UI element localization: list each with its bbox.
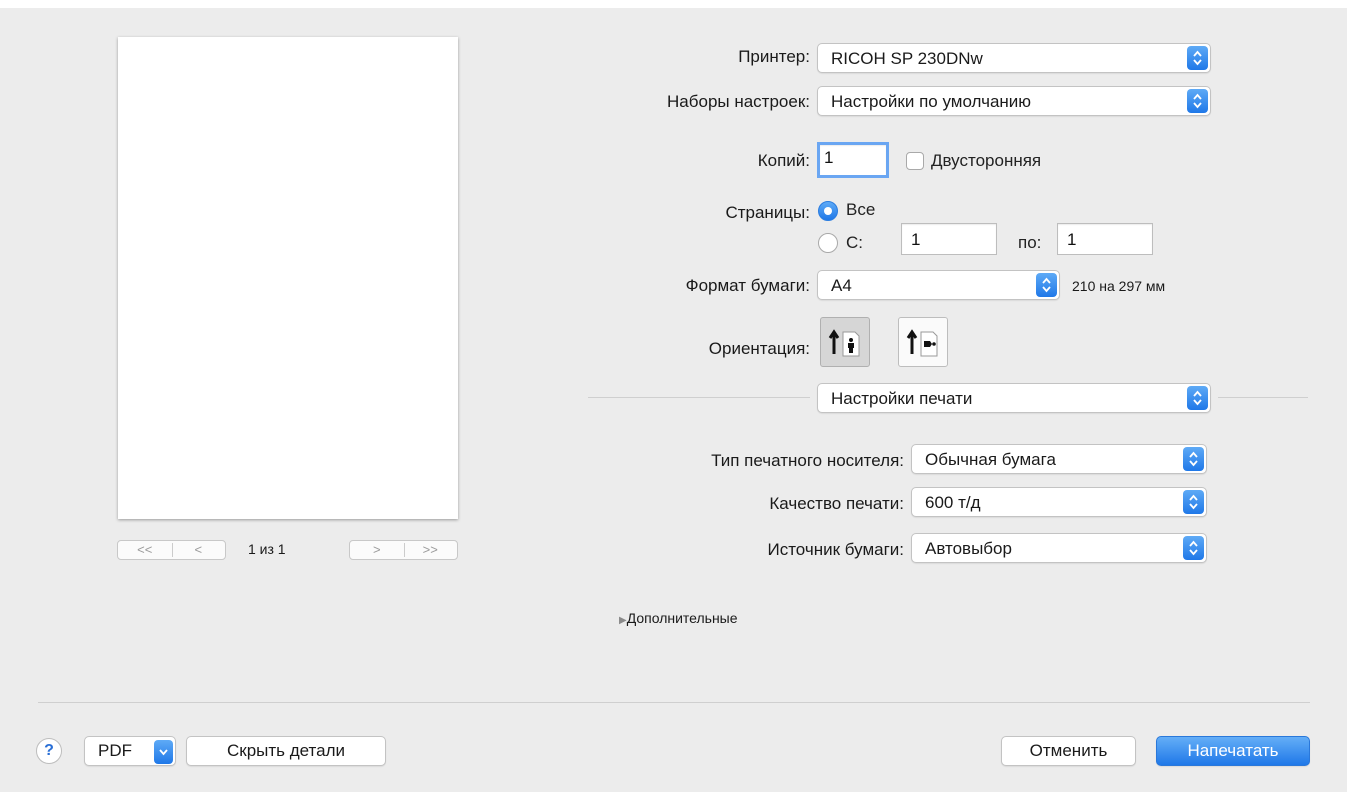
orientation-portrait-button[interactable] [820, 317, 870, 367]
pages-range-radio[interactable] [818, 233, 838, 253]
pages-from-label: С: [846, 233, 863, 252]
print-quality-value: 600 т/д [925, 493, 981, 512]
pdf-menu-button[interactable]: PDF [84, 736, 176, 766]
popup-arrows-icon [1187, 386, 1208, 410]
pages-from-value: 1 [911, 230, 921, 249]
preview-nav-forward: > >> [349, 540, 458, 560]
last-page-button[interactable]: >> [404, 541, 458, 559]
popup-arrows-icon [1187, 46, 1208, 70]
previous-page-button[interactable]: < [172, 541, 226, 559]
popup-arrows-icon [1183, 536, 1204, 560]
presets-value: Настройки по умолчанию [831, 92, 1032, 111]
popup-arrows-icon [1183, 447, 1204, 471]
portrait-orientation-icon [828, 329, 860, 357]
pdf-label: PDF [98, 741, 132, 760]
popup-arrows-icon [1183, 490, 1204, 514]
printer-value: RICOH SP 230DNw [831, 49, 983, 68]
pages-to-label: по: [1018, 233, 1042, 252]
orientation-landscape-button[interactable] [898, 317, 948, 367]
hide-details-button[interactable]: Скрыть детали [186, 736, 386, 766]
media-type-value: Обычная бумага [925, 450, 1056, 469]
chevron-down-icon [154, 740, 173, 764]
pages-to-value: 1 [1067, 230, 1077, 249]
duplex-label: Двусторонняя [931, 151, 1042, 170]
paper-size-label: Формат бумаги: [685, 276, 810, 295]
paper-dimensions: 210 на 297 мм [1072, 278, 1166, 294]
print-button[interactable]: Напечатать [1156, 736, 1310, 766]
section-divider-left [588, 397, 810, 398]
pages-all-radio[interactable] [818, 201, 838, 221]
popup-arrows-icon [1187, 89, 1208, 113]
paper-source-label: Источник бумаги: [767, 540, 904, 559]
paper-size-popup[interactable]: A4 [817, 270, 1060, 300]
window-top-strip [0, 0, 1347, 8]
paper-size-value: A4 [831, 276, 852, 295]
duplex-checkbox[interactable] [906, 152, 924, 170]
copies-input[interactable]: 1 [817, 142, 889, 178]
pages-label: Страницы: [725, 203, 810, 222]
section-divider-right [1218, 397, 1308, 398]
section-popup[interactable]: Настройки печати [817, 383, 1211, 413]
page-counter: 1 из 1 [248, 541, 286, 557]
orientation-label: Ориентация: [708, 339, 810, 358]
preview-nav-back: << < [117, 540, 226, 560]
help-button[interactable]: ? [36, 738, 62, 764]
cancel-button[interactable]: Отменить [1001, 736, 1136, 766]
paper-source-popup[interactable]: Автовыбор [911, 533, 1207, 563]
first-page-button[interactable]: << [118, 541, 172, 559]
next-page-button[interactable]: > [350, 541, 404, 559]
pages-to-input[interactable]: 1 [1057, 223, 1153, 255]
print-quality-popup[interactable]: 600 т/д [911, 487, 1207, 517]
pages-from-input[interactable]: 1 [901, 223, 997, 255]
page-preview [118, 37, 458, 519]
paper-source-value: Автовыбор [925, 539, 1012, 558]
presets-label: Наборы настроек: [667, 92, 810, 111]
disclosure-triangle-icon: ▶ [619, 615, 627, 626]
footer-divider [38, 702, 1310, 703]
media-type-popup[interactable]: Обычная бумага [911, 444, 1207, 474]
landscape-orientation-icon [906, 329, 938, 357]
pages-all-label: Все [846, 200, 876, 219]
copies-value: 1 [824, 148, 834, 167]
presets-popup[interactable]: Настройки по умолчанию [817, 86, 1211, 116]
copies-label: Копий: [757, 151, 810, 170]
advanced-label: Дополнительные [626, 610, 738, 626]
printer-popup[interactable]: RICOH SP 230DNw [817, 43, 1211, 73]
advanced-disclosure[interactable]: ▶Дополнительные [619, 610, 738, 626]
popup-arrows-icon [1036, 273, 1057, 297]
section-value: Настройки печати [831, 389, 973, 408]
print-quality-label: Качество печати: [769, 494, 904, 513]
media-type-label: Тип печатного носителя: [711, 451, 904, 470]
printer-label: Принтер: [738, 47, 810, 66]
